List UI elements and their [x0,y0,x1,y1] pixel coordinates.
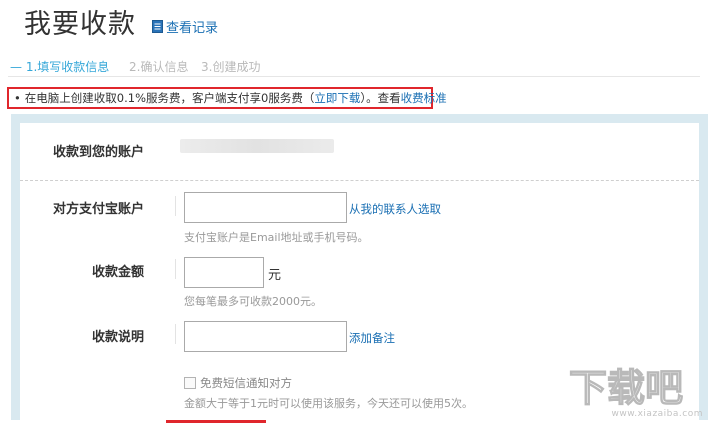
select-contact-link[interactable]: 从我的联系人选取 [349,201,441,217]
form-divider [20,180,699,181]
view-records-link[interactable]: 查看记录 [152,17,218,36]
sms-notify-option[interactable]: 免费短信通知对方 [184,375,292,391]
sms-notify-hint: 金额大于等于1元时可以使用该服务，今天还可以使用5次。 [184,397,473,410]
payer-account-input[interactable] [184,192,347,223]
amount-hint: 您每笔最多可收款2000元。 [184,295,322,308]
field-marker [175,324,176,344]
step-confirm-info: 2.确认信息 [129,60,189,74]
field-marker [175,196,176,216]
fee-notice: • 在电脑上创建收取0.1%服务费，客户端支付享0服务费（ 立即下载 ）。查看 … [7,87,447,109]
step-fill-info: — 1.填写收款信息 [10,60,110,74]
amount-label: 收款金额 [91,265,144,280]
field-marker [175,259,176,279]
watermark-logo-icon: 下载吧 [568,365,683,410]
add-note-link[interactable]: 添加备注 [349,330,395,346]
fee-standard-link[interactable]: 收费标准 [401,90,447,106]
amount-unit: 元 [268,268,282,283]
watermark-url: www.xiazaiba.com [611,409,703,419]
view-records-label: 查看记录 [166,21,219,36]
notice-text-middle: ）。查看 [360,91,401,105]
watermark-logo-text: 下载吧 [569,366,683,409]
step-created: 3.创建成功 [201,60,261,74]
document-icon [152,20,163,33]
receive-account-label: 收款到您的账户 [52,145,144,160]
site-watermark: 下载吧 www.xiazaiba.com [563,361,703,419]
sms-notify-label: 免费短信通知对方 [200,376,292,390]
payer-account-label: 对方支付宝账户 [52,202,144,217]
description-label: 收款说明 [91,330,144,345]
submit-button-edge[interactable] [166,420,266,423]
notice-text: 在电脑上创建收取0.1%服务费，客户端支付享0服务费（ [24,91,315,105]
receive-account-value-blurred [180,139,334,153]
notice-bullet: • [14,91,21,105]
description-input[interactable] [184,321,347,352]
sms-notify-checkbox[interactable] [184,377,196,389]
page-title: 我要收款 [24,9,136,40]
payer-account-hint: 支付宝账户是Email地址或手机号码。 [184,231,369,244]
amount-input[interactable] [184,257,264,288]
progress-steps: — 1.填写收款信息 2.确认信息 3.创建成功 [8,56,700,77]
download-client-link[interactable]: 立即下载 [314,90,360,106]
